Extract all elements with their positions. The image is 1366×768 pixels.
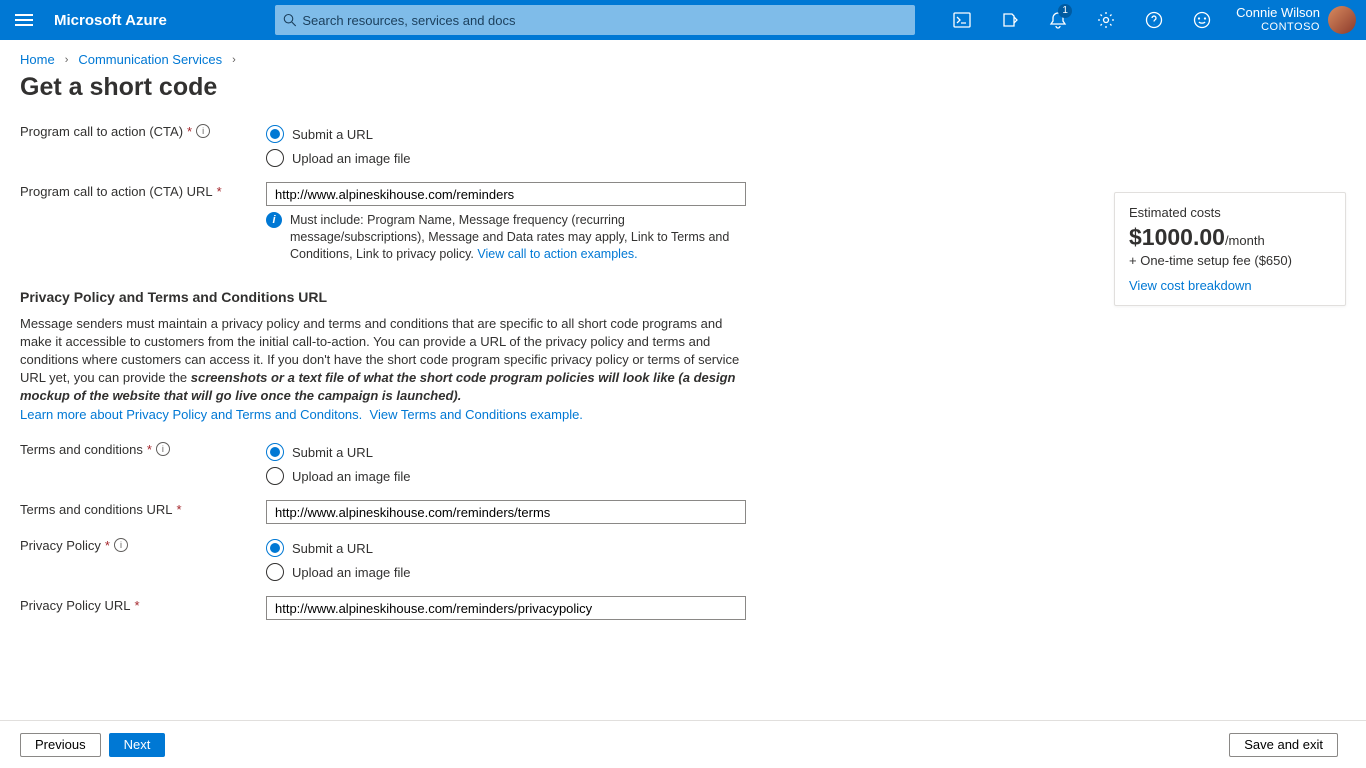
info-icon[interactable]: i — [196, 124, 210, 138]
top-header: Microsoft Azure 1 Connie Wilson CONTOSO — [0, 0, 1366, 40]
content-area: Home › Communication Services › Get a sh… — [0, 40, 1366, 720]
notifications-icon[interactable]: 1 — [1034, 0, 1082, 40]
info-icon[interactable]: i — [156, 442, 170, 456]
cta-url-input[interactable] — [266, 182, 746, 206]
pp-radio-url[interactable]: Submit a URL — [266, 536, 760, 560]
search-input[interactable] — [302, 13, 906, 28]
previous-button[interactable]: Previous — [20, 733, 101, 757]
search-icon — [283, 13, 297, 27]
cost-card: Estimated costs $1000.00/month + One-tim… — [1114, 192, 1346, 306]
cloudshell-icon[interactable] — [938, 0, 986, 40]
cta-radio-upload[interactable]: Upload an image file — [266, 146, 760, 170]
pp-url-label: Privacy Policy URL — [20, 598, 131, 613]
terms-url-input[interactable] — [266, 500, 746, 524]
avatar — [1328, 6, 1356, 34]
privacy-section-title: Privacy Policy and Terms and Conditions … — [20, 289, 760, 305]
terms-label: Terms and conditions — [20, 442, 143, 457]
pp-radio-upload[interactable]: Upload an image file — [266, 560, 760, 584]
header-icons: 1 Connie Wilson CONTOSO — [938, 0, 1366, 40]
terms-url-label: Terms and conditions URL — [20, 502, 172, 517]
chevron-right-icon: › — [232, 54, 236, 66]
directory-icon[interactable] — [986, 0, 1034, 40]
cta-examples-link[interactable]: View call to action examples. — [477, 247, 637, 261]
info-icon: i — [266, 212, 282, 228]
user-name: Connie Wilson — [1236, 6, 1320, 20]
breadcrumb-service[interactable]: Communication Services — [78, 52, 222, 67]
footer-bar: Previous Next Save and exit — [0, 720, 1366, 768]
view-terms-example-link[interactable]: View Terms and Conditions example. — [370, 407, 583, 422]
user-tenant: CONTOSO — [1236, 20, 1320, 34]
help-icon[interactable] — [1130, 0, 1178, 40]
next-button[interactable]: Next — [109, 733, 166, 757]
user-menu[interactable]: Connie Wilson CONTOSO — [1226, 6, 1366, 34]
cost-period: /month — [1225, 233, 1265, 248]
menu-icon[interactable] — [0, 0, 48, 40]
page-title: Get a short code — [20, 73, 1346, 102]
cost-breakdown-link[interactable]: View cost breakdown — [1129, 278, 1252, 293]
notification-badge: 1 — [1058, 4, 1072, 18]
cta-label: Program call to action (CTA) — [20, 124, 183, 139]
search-box[interactable] — [275, 5, 915, 35]
terms-radio-upload[interactable]: Upload an image file — [266, 464, 760, 488]
privacy-paragraph: Message senders must maintain a privacy … — [20, 315, 740, 405]
save-exit-button[interactable]: Save and exit — [1229, 733, 1338, 757]
cta-radio-url[interactable]: Submit a URL — [266, 122, 760, 146]
feedback-icon[interactable] — [1178, 0, 1226, 40]
learn-more-link[interactable]: Learn more about Privacy Policy and Term… — [20, 407, 362, 422]
cta-hint: Must include: Program Name, Message freq… — [290, 212, 750, 263]
chevron-right-icon: › — [65, 54, 69, 66]
breadcrumb-home[interactable]: Home — [20, 52, 55, 67]
breadcrumb: Home › Communication Services › — [20, 52, 1346, 67]
cta-url-label: Program call to action (CTA) URL — [20, 184, 213, 199]
brand-label[interactable]: Microsoft Azure — [48, 12, 183, 29]
pp-url-input[interactable] — [266, 596, 746, 620]
cost-amount: $1000.00 — [1129, 224, 1225, 251]
info-icon[interactable]: i — [114, 538, 128, 552]
terms-radio-url[interactable]: Submit a URL — [266, 440, 760, 464]
cost-title: Estimated costs — [1129, 205, 1331, 220]
settings-icon[interactable] — [1082, 0, 1130, 40]
pp-label: Privacy Policy — [20, 538, 101, 553]
cost-fee: + One-time setup fee ($650) — [1129, 253, 1331, 268]
